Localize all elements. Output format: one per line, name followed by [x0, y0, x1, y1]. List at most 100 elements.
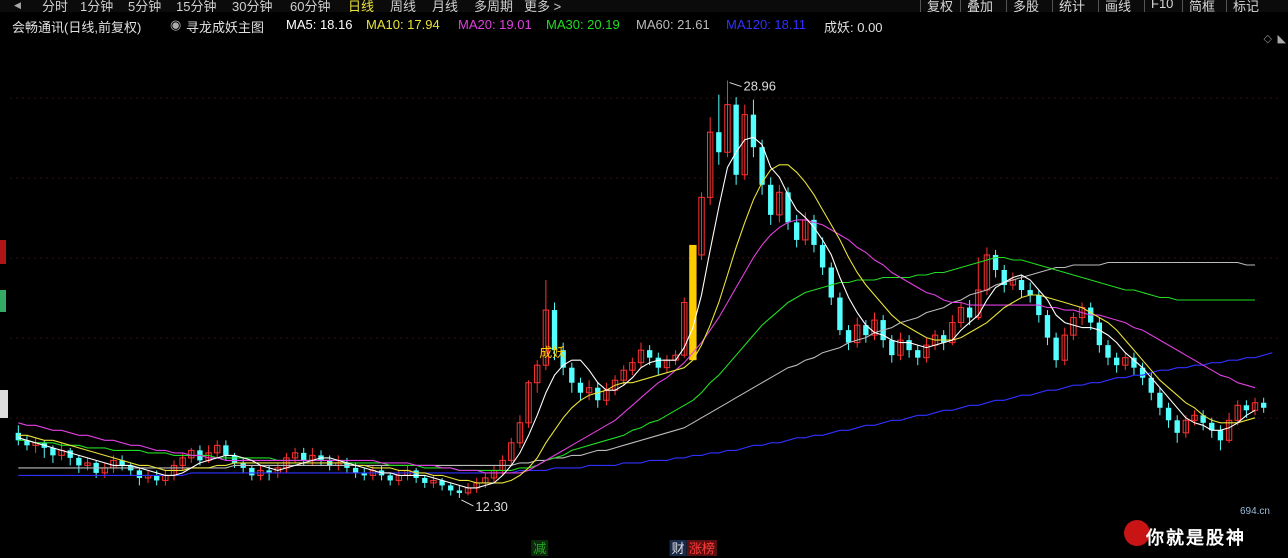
- side-panel-tab-green[interactable]: [0, 290, 6, 312]
- period-tab-0[interactable]: 分时: [42, 0, 68, 12]
- candle-body: [768, 184, 774, 215]
- bottom-marker-2: 涨榜: [689, 541, 715, 557]
- indicator-info-bar: 会畅通讯(日线,前复权) ◉ 寻龙成妖主图 MA5: 18.16 MA10: 1…: [0, 14, 1288, 45]
- tool-button-7[interactable]: 标记: [1226, 0, 1265, 12]
- watermark-logo: 你就是股神 694.cn: [1124, 506, 1274, 554]
- period-tab-2[interactable]: 5分钟: [128, 0, 161, 12]
- ma30-line: [18, 256, 1255, 471]
- candle-body: [845, 330, 852, 343]
- candle-body: [785, 192, 791, 223]
- settings-circle-icon[interactable]: ◉: [170, 17, 181, 33]
- candle-body: [577, 382, 584, 393]
- watermark-site: 694.cn: [1239, 506, 1270, 517]
- candle-body: [1053, 337, 1059, 361]
- candle-body: [793, 222, 800, 240]
- bottom-marker-0: 减: [533, 542, 546, 557]
- back-arrow-icon[interactable]: ◀: [14, 0, 21, 11]
- candle-body: [906, 340, 912, 351]
- candle-body: [1096, 322, 1103, 346]
- tool-button-4[interactable]: 画线: [1098, 0, 1137, 12]
- candle-body: [551, 310, 558, 351]
- tool-button-0[interactable]: 复权: [920, 0, 959, 12]
- period-tab-7[interactable]: 周线: [390, 0, 416, 12]
- candle-body: [249, 467, 255, 476]
- period-tab-10[interactable]: 更多 >: [524, 0, 561, 12]
- watermark-text: 你就是股神: [1146, 528, 1246, 549]
- ma60-line: [18, 261, 1255, 469]
- candle-body: [750, 114, 757, 148]
- period-tab-9[interactable]: 多周期: [474, 0, 513, 12]
- bottom-marker-1: 财: [672, 542, 685, 557]
- tool-button-1[interactable]: 叠加: [960, 0, 999, 12]
- side-panel-tab-red[interactable]: [0, 240, 6, 264]
- chengyao-value: 成妖: 0.00: [824, 20, 883, 35]
- period-tab-8[interactable]: 月线: [432, 0, 458, 12]
- ma10-value: MA10: 17.94: [366, 17, 440, 32]
- period-tab-1[interactable]: 1分钟: [80, 0, 113, 12]
- candle-body: [1157, 392, 1163, 408]
- tool-button-3[interactable]: 统计: [1052, 0, 1091, 12]
- candlestick-chart[interactable]: 28.96 12.30 成妖减 财涨榜: [10, 38, 1278, 558]
- candle-body: [828, 267, 834, 298]
- period-tab-4[interactable]: 30分钟: [232, 0, 272, 12]
- low-label: 12.30: [475, 499, 508, 514]
- side-panel-tab-white[interactable]: [0, 390, 8, 418]
- candle-body: [15, 432, 22, 441]
- signal-bar: [689, 244, 697, 361]
- candle-body: [733, 104, 739, 175]
- candle-body: [1165, 407, 1172, 421]
- candle-body: [811, 219, 817, 245]
- candle-body: [1243, 405, 1250, 411]
- candle-body: [819, 244, 826, 268]
- candle-body: [1217, 430, 1224, 441]
- candle-body: [915, 350, 921, 358]
- period-tab-5[interactable]: 60分钟: [290, 0, 330, 12]
- low-pointer: [461, 499, 474, 507]
- candle-body: [1105, 345, 1111, 358]
- candle-body: [422, 477, 428, 483]
- period-toolbar: ◀ 分时 1分钟 5分钟 15分钟 30分钟 60分钟 日线 周线 月线 多周期 更多 > 复权 叠加…: [0, 0, 1288, 12]
- period-tab-3[interactable]: 15分钟: [176, 0, 216, 12]
- stock-title[interactable]: 会畅通讯(日线,前复权): [12, 17, 141, 36]
- candle-body: [136, 470, 143, 478]
- ma20-value: MA20: 19.01: [458, 17, 532, 32]
- chart-svg[interactable]: 28.96 12.30 成妖减 财涨榜: [10, 38, 1278, 558]
- candle-body: [154, 475, 160, 481]
- candle-body: [1260, 402, 1267, 408]
- candle-body: [76, 457, 82, 466]
- ma60-value: MA60: 21.61: [636, 17, 710, 32]
- tool-button-2[interactable]: 多股: [1006, 0, 1045, 12]
- candle-body: [966, 307, 973, 318]
- candle-body: [387, 475, 393, 481]
- high-pointer: [729, 82, 742, 88]
- candle-body: [569, 367, 575, 383]
- ma30-value: MA30: 20.19: [546, 17, 620, 32]
- signal-label: 成妖: [539, 346, 565, 361]
- candle-body: [223, 445, 229, 456]
- candle-body: [1174, 420, 1180, 433]
- indicator-name[interactable]: 寻龙成妖主图: [186, 17, 264, 36]
- candle-body: [352, 467, 359, 473]
- candle-body: [837, 297, 843, 331]
- collapse-icon[interactable]: ◣: [1278, 32, 1286, 45]
- ma120-value: MA120: 18.11: [726, 17, 806, 32]
- candle-body: [595, 387, 601, 401]
- candle-body: [301, 452, 307, 461]
- candle-body: [413, 470, 419, 478]
- period-tab-6[interactable]: 日线: [348, 0, 374, 12]
- tool-button-6[interactable]: 简框: [1182, 0, 1221, 12]
- candle-body: [456, 490, 463, 493]
- candle-body: [67, 450, 73, 458]
- tool-button-5[interactable]: F10: [1144, 0, 1179, 12]
- ma5-line: [18, 136, 1256, 489]
- candle-body: [646, 350, 653, 358]
- candle-body: [448, 485, 454, 491]
- candle-body: [1018, 280, 1025, 291]
- candle-body: [1027, 290, 1033, 296]
- candle-body: [1113, 357, 1120, 366]
- candle-body: [716, 132, 722, 153]
- ma5-value: MA5: 18.16: [286, 17, 353, 32]
- candle-body: [655, 357, 661, 368]
- high-label: 28.96: [743, 79, 776, 94]
- candle-body: [889, 340, 895, 356]
